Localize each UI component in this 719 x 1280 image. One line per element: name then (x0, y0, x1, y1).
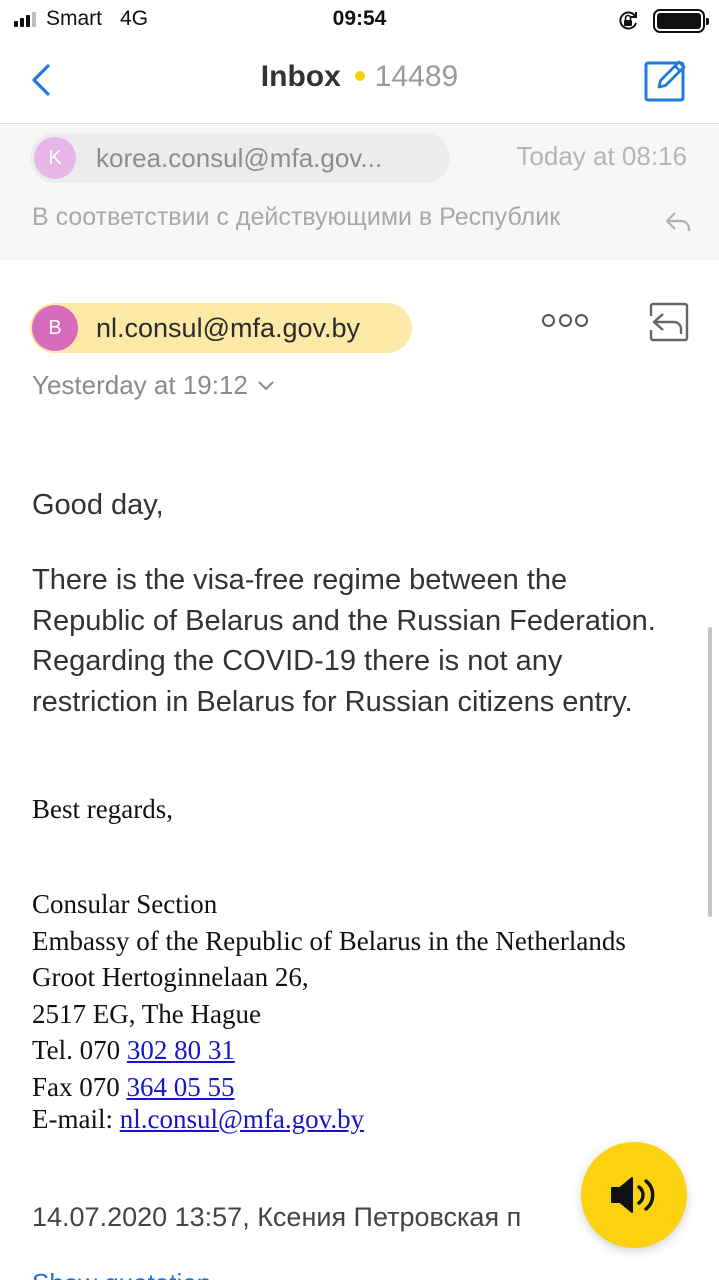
carrier-name: Smart (46, 7, 103, 30)
signal-icon (14, 11, 38, 27)
avatar: B (32, 305, 78, 351)
email-link[interactable]: nl.consul@mfa.gov.by (120, 1104, 364, 1134)
fax-line: Fax 070 364 05 55 (32, 1069, 626, 1106)
show-quotation-link[interactable]: Show quotation (32, 1268, 211, 1280)
orientation-lock-icon (619, 11, 637, 30)
unread-count: 14489 (374, 60, 459, 93)
email-line: E-mail: nl.consul@mfa.gov.by (32, 1105, 626, 1133)
quote-header: 14.07.2020 13:57, Ксения Петровская п (32, 1202, 522, 1232)
message-greeting: Good day, (32, 489, 164, 521)
tel-link[interactable]: 302 80 31 (127, 1035, 235, 1065)
fax-link[interactable]: 364 05 55 (127, 1072, 235, 1102)
previous-sender-chip[interactable]: K korea.consul@mfa.gov... (30, 133, 450, 183)
message-body: There is the visa-free regime between th… (32, 564, 656, 718)
reply-icon[interactable] (647, 300, 691, 344)
message-view: B nl.consul@mfa.gov.by Yesterday at 19:1… (0, 270, 719, 1280)
compose-icon[interactable] (643, 57, 689, 103)
message-date-text: Yesterday at 19:12 (32, 370, 248, 400)
previous-message-preview[interactable]: K korea.consul@mfa.gov... Today at 08:16… (0, 125, 719, 260)
sender-chip[interactable]: B nl.consul@mfa.gov.by (30, 303, 412, 353)
signature-line: Consular Section (32, 889, 218, 919)
sender-email: nl.consul@mfa.gov.by (96, 312, 361, 343)
battery-icon (653, 9, 709, 33)
email-label: E-mail: (32, 1104, 120, 1134)
speaker-icon (611, 1177, 655, 1213)
fax-label: Fax 070 (32, 1071, 127, 1102)
status-right (617, 9, 709, 33)
status-left: Smart 4G (14, 7, 148, 31)
more-options-icon[interactable] (542, 314, 588, 332)
network-type: 4G (120, 7, 149, 30)
previous-message-time: Today at 08:16 (516, 141, 687, 171)
message-date[interactable]: Yesterday at 19:12 (32, 370, 276, 401)
page-title: Inbox 14489 (0, 60, 719, 94)
signature: Consular Section Embassy of the Republic… (32, 886, 626, 1133)
replied-icon (665, 212, 691, 231)
chevron-down-icon (258, 380, 274, 390)
unread-dot (354, 71, 365, 82)
read-aloud-button[interactable] (581, 1142, 687, 1248)
signature-line: 2517 EG, The Hague (32, 998, 261, 1029)
status-bar: Smart 4G 09:54 (0, 0, 719, 40)
previous-sender-email: korea.consul@mfa.gov... (96, 142, 383, 173)
nav-bar: Inbox 14489 (0, 40, 719, 124)
message-regards: Best regards, (32, 794, 173, 824)
tel-label: Tel. 070 (32, 1035, 127, 1065)
title-text: Inbox (260, 60, 341, 93)
avatar: K (34, 137, 76, 179)
scrollbar[interactable] (708, 627, 712, 917)
signature-line: Groot Hertoginnelaan 26, (32, 962, 309, 992)
previous-message-snippet: В соответствии с действующими в Республи… (32, 203, 561, 231)
signature-line: Embassy of the Republic of Belarus in th… (32, 925, 626, 956)
tel-line: Tel. 070 302 80 31 (32, 1032, 626, 1069)
